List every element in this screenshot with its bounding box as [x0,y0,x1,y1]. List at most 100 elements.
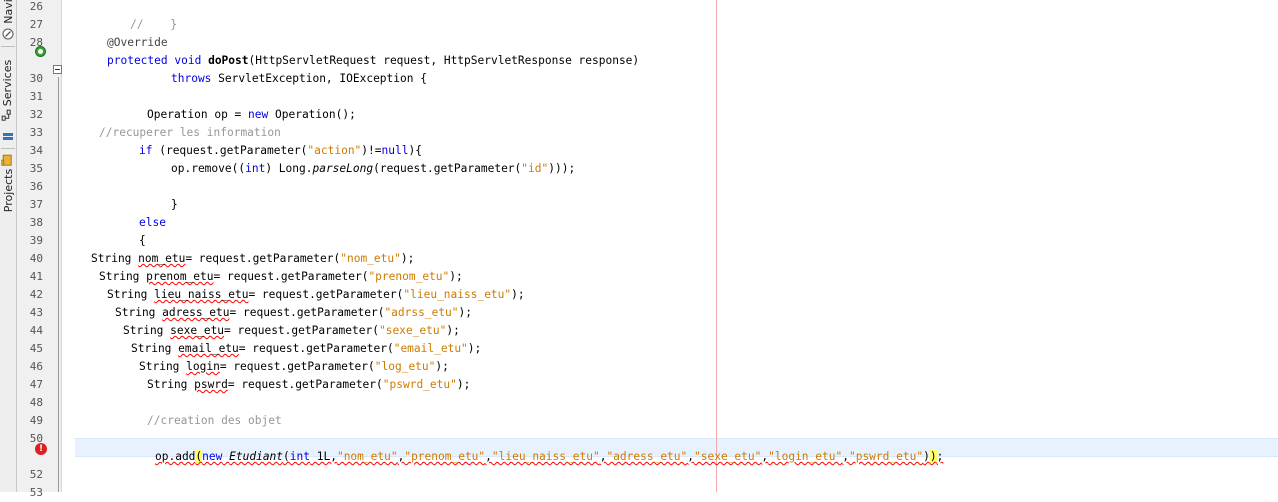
code-token: Operation(); [268,108,356,121]
code-token: ); [435,360,449,373]
line-number: 26 [29,0,43,13]
code-token: "adress_etu" [606,450,688,463]
code-text: String sexe_etu= request.getParameter("s… [123,322,460,340]
line-number: 40 [29,252,43,265]
code-text: op.add(new Etudiant(int 1L,"nom_etu","pr… [155,448,943,466]
code-line[interactable]: 33 //recuperer les information [0,124,1278,142]
code-line[interactable]: 46 String login= request.getParameter("lo… [0,358,1278,376]
code-token: op.remove(( [171,162,246,175]
code-token: ); [400,252,415,265]
code-token: )!= [361,144,382,157]
line-number: 31 [29,90,43,103]
code-token: String [139,360,187,373]
code-token: parseLong [312,162,374,175]
code-token: ) [923,450,930,463]
code-line[interactable]: 34 if (request.getParameter("action")!=nu… [0,142,1278,160]
code-token: "pswrd_etu" [848,450,924,463]
code-token: else [139,216,166,229]
code-token: , [687,450,695,463]
code-token: 1L, [310,450,337,463]
code-line[interactable]: 53 [0,484,1278,502]
code-token: "sexe_etu" [694,450,762,463]
code-token: = request.getParameter( [227,378,383,391]
code-token: protected [107,54,168,67]
line-number: 42 [29,288,43,301]
code-line[interactable]: 36 [0,178,1278,196]
code-line[interactable]: 38 else [0,214,1278,232]
code-token: String [99,270,147,283]
code-token: ); [446,324,460,337]
code-token: "log_etu" [374,360,436,373]
code-line[interactable]: 42 String lieu_naiss_etu= request.getPara… [0,286,1278,304]
code-line[interactable]: 52 [0,466,1278,484]
code-text: //creation des objet [147,412,282,430]
code-line[interactable]: 47 String pswrd= request.getParameter("ps… [0,376,1278,394]
code-text: String email_etu= request.getParameter("… [131,340,481,358]
code-token: email_etu [178,342,239,355]
line-number: 50 [29,432,43,445]
code-token: nom_etu [138,252,186,265]
code-token: ); [449,270,463,283]
code-token: adress_etu [162,306,230,319]
code-token: new [248,108,269,121]
code-token: String [107,288,155,301]
code-line[interactable]: 32 Operation op = new Operation(); [0,106,1278,124]
code-line[interactable]: 44 String sexe_etu= request.getParameter(… [0,322,1278,340]
code-token: ); [511,288,525,301]
line-number: 49 [29,414,43,427]
line-number: 30 [29,72,43,85]
code-text: String nom_etu= request.getParameter("no… [91,250,414,268]
code-token: "login_etu" [768,450,843,463]
code-token: throws [171,72,212,85]
code-line[interactable]: protected void doPost(HttpServletRequest… [0,52,1278,70]
code-text: protected void doPost(HttpServletRequest… [107,52,639,70]
line-number: 39 [29,234,43,247]
code-text: String lieu_naiss_etu= request.getParame… [107,286,525,304]
code-token: = request.getParameter( [229,306,385,319]
code-line[interactable]: 31 [0,88,1278,106]
code-line[interactable]: 30 throws ServletException, IOException { [0,70,1278,88]
code-token: ){ [408,144,422,157]
code-token: null [381,144,409,157]
code-token: ) [929,450,937,463]
code-token: { [139,234,146,247]
line-number: 28 [29,36,43,49]
code-line[interactable]: 28 @Override [0,34,1278,52]
code-line[interactable]: 49 //creation des objet [0,412,1278,430]
code-line[interactable]: 41 String prenom_etu= request.getParamete… [0,268,1278,286]
line-number: 27 [29,18,43,31]
code-text: //recuperer les information [99,124,281,142]
code-token: Operation op = [147,108,249,121]
line-number: 44 [29,324,43,337]
code-line[interactable]: 48 [0,394,1278,412]
code-token: String [147,378,195,391]
line-number: 53 [29,486,43,499]
code-line[interactable]: 40 String nom_etu= request.getParameter("… [0,250,1278,268]
code-text: // } [130,16,177,34]
code-text: { [139,232,146,250]
code-line[interactable]: 27 // } [0,16,1278,34]
code-token: //creation des objet [147,414,282,427]
code-text: if (request.getParameter("action")!=null… [139,142,422,160]
code-token: (HttpServletRequest request, HttpServlet… [248,54,640,67]
code-line[interactable]: 37} [0,196,1278,214]
code-token: = request.getParameter( [185,252,341,265]
code-line[interactable]: 45 String email_etu= request.getParameter… [0,340,1278,358]
code-line[interactable]: op.add(new Etudiant(int 1L,"nom_etu","pr… [0,448,1278,466]
line-number: 32 [29,108,43,121]
code-line[interactable]: 50 [0,430,1278,448]
code-token: Etudiant [229,450,284,463]
line-number: 52 [29,468,43,481]
code-token: "action" [307,144,362,157]
line-number: 41 [29,270,43,283]
code-line[interactable]: 26 [0,0,1278,16]
code-text: throws ServletException, IOException { [171,70,427,88]
code-line[interactable]: 35 op.remove((int) Long.parseLong(request… [0,160,1278,178]
code-token: "nom_etu" [336,450,398,463]
code-token: String [91,252,139,265]
code-text: String prenom_etu= request.getParameter(… [99,268,463,286]
code-token: "lieu_naiss_etu" [491,450,600,463]
code-line[interactable]: 39 { [0,232,1278,250]
code-token: //recuperer les information [99,126,281,139]
code-line[interactable]: 43 String adress_etu= request.getParamete… [0,304,1278,322]
